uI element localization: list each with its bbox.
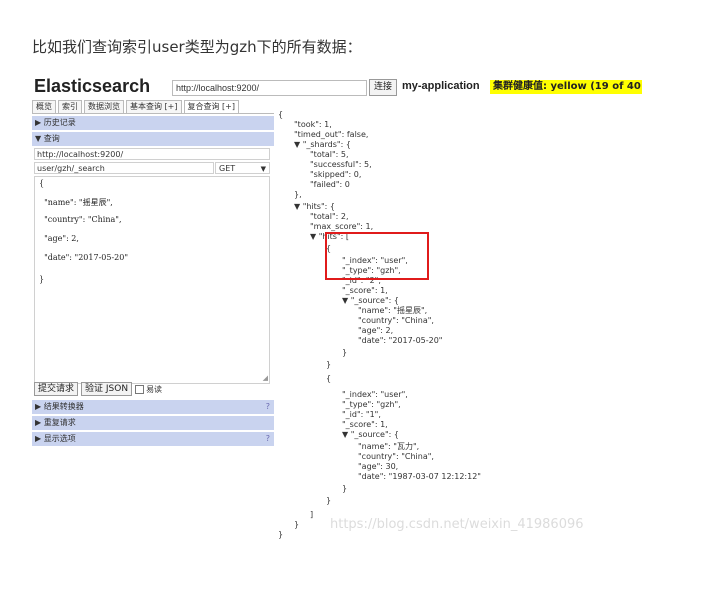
query-actions: 提交请求 验证 JSON 易读 [34, 382, 162, 396]
highlight-box [325, 232, 429, 280]
json-line: "date": "2017-05-20" [358, 336, 443, 345]
json-response-viewer: { "took": 1, "timed_out": false, ▼ "_sha… [278, 110, 642, 539]
query-label: ▼ 查询 [35, 134, 60, 143]
repeat-section[interactable]: ▶ 重复请求 [32, 416, 274, 430]
header: Elasticsearch http://localhost:9200/ 连接 … [32, 76, 642, 98]
cluster-health-badge: 集群健康值: yellow (19 of 40 [490, 80, 642, 94]
validate-json-button[interactable]: 验证 JSON [81, 382, 133, 396]
json-line: "failed": 0 [310, 180, 350, 189]
elasticsearch-head-screenshot: Elasticsearch http://localhost:9200/ 连接 … [32, 76, 642, 539]
json-line: "date": "1987-03-07 12:12:12" [358, 472, 481, 481]
json-line: "_score": 1, [342, 286, 388, 295]
method-select[interactable]: GET ▼ [215, 162, 270, 174]
brand-title: Elasticsearch [34, 76, 151, 96]
json-line: "skipped": 0, [310, 170, 362, 179]
json-line: "took": 1, [294, 120, 332, 129]
json-line: ] [310, 510, 314, 519]
transformer-section[interactable]: ▶ 结果转换器? [32, 400, 274, 414]
server-url-input[interactable]: http://localhost:9200/ [172, 80, 367, 96]
json-line: "name": "摇星辰", [358, 306, 428, 315]
history-section[interactable]: ▶ 历史记录 [32, 116, 274, 130]
display-options-section[interactable]: ▶ 显示选项? [32, 432, 274, 446]
tab-overview[interactable]: 概览 [32, 100, 56, 114]
json-line: "timed_out": false, [294, 130, 369, 139]
tab-browser[interactable]: 数据浏览 [84, 100, 124, 114]
json-line: "total": 2, [310, 212, 349, 221]
json-line: "successful": 5, [310, 160, 372, 169]
pretty-checkbox[interactable]: 易读 [135, 384, 162, 395]
json-line: }, [294, 190, 302, 199]
query-server-url-input[interactable]: http://localhost:9200/ [34, 148, 270, 160]
tab-basic-query[interactable]: 基本查询 [+] [126, 100, 182, 114]
body-line: { [39, 179, 45, 188]
connect-button[interactable]: 连接 [369, 79, 397, 96]
json-line: { [326, 374, 332, 383]
json-line: "_index": "user", [342, 390, 408, 399]
cluster-name: my-application [402, 80, 480, 92]
query-path-input[interactable]: user/gzh/_search [34, 162, 214, 174]
json-line: "country": "China", [358, 452, 434, 461]
chevron-down-icon: ▼ [260, 165, 266, 173]
json-line: "age": 30, [358, 462, 399, 471]
json-line: "name": "瓦力", [358, 442, 420, 451]
json-line: } [278, 530, 284, 539]
json-line: } [326, 496, 332, 505]
display-label: ▶ 显示选项 [35, 434, 76, 443]
tab-indices[interactable]: 索引 [58, 100, 82, 114]
query-section[interactable]: ▼ 查询 [32, 132, 274, 146]
body-line: "date": "2017-05-20" [39, 253, 129, 262]
body-line: "age": 2, [39, 234, 79, 243]
json-line[interactable]: ▼ "_source": { [342, 430, 399, 440]
json-line: "max_score": 1, [310, 222, 374, 231]
tab-bar: 概览 索引 数据浏览 基本查询 [+] 复合查询 [+] [32, 100, 239, 114]
json-line: } [294, 520, 300, 529]
json-line[interactable]: ▼ "_shards": { [294, 140, 351, 150]
transformer-label: ▶ 结果转换器 [35, 402, 84, 411]
json-line: { [278, 110, 284, 119]
checkbox-icon [135, 384, 145, 394]
json-line: "_score": 1, [342, 420, 388, 429]
body-line: "country": "China", [39, 215, 122, 224]
body-line: } [39, 275, 45, 284]
help-icon[interactable]: ? [266, 432, 270, 446]
submit-request-button[interactable]: 提交请求 [34, 382, 79, 396]
json-line: "age": 2, [358, 326, 394, 335]
request-body-editor[interactable]: { "name": "摇星辰", "country": "China", "ag… [34, 176, 270, 384]
resize-handle-icon[interactable]: ◢ [263, 374, 268, 382]
method-value: GET [219, 164, 236, 173]
json-line: } [326, 360, 332, 369]
watermark: https://blog.csdn.net/weixin_41986096 [330, 517, 584, 532]
json-line: } [342, 484, 348, 493]
json-line: "_id": "1", [342, 410, 381, 419]
intro-text: 比如我们查询索引user类型为gzh下的所有数据： [32, 38, 362, 56]
body-line: "name": "摇星辰", [39, 198, 113, 207]
json-line: "_type": "gzh", [342, 400, 401, 409]
json-line[interactable]: ▼ "hits": { [294, 202, 335, 212]
json-line: } [342, 348, 348, 357]
repeat-label: ▶ 重复请求 [35, 418, 76, 427]
tab-compound-query[interactable]: 复合查询 [+] [183, 100, 239, 114]
help-icon[interactable]: ? [266, 400, 270, 414]
history-label: ▶ 历史记录 [35, 118, 76, 127]
json-line: "country": "China", [358, 316, 434, 325]
json-line: "total": 5, [310, 150, 349, 159]
json-line[interactable]: ▼ "_source": { [342, 296, 399, 306]
query-panel: ▶ 历史记录 ▼ 查询 http://localhost:9200/ user/… [32, 114, 274, 450]
pretty-label: 易读 [146, 384, 163, 394]
